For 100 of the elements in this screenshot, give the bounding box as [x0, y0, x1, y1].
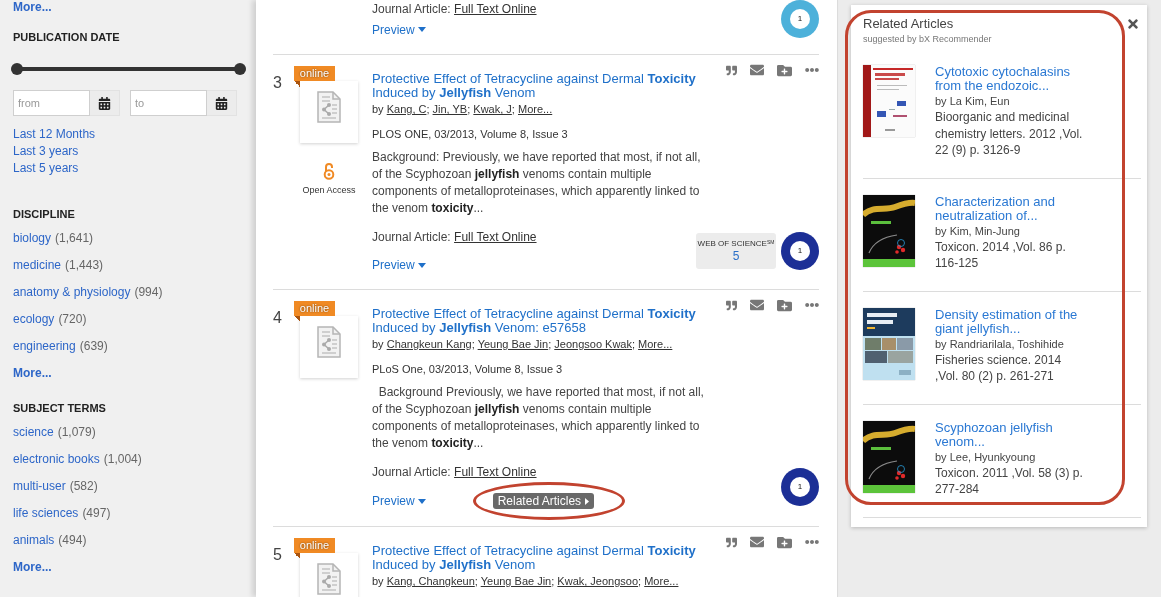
close-icon[interactable]	[1126, 17, 1140, 31]
folder-plus-icon[interactable]	[777, 297, 792, 313]
related-article-citation: Bioorganic and medicinal chemistry letters. 2012 ,Vol. 22 (9) p. 3126-9	[935, 109, 1083, 159]
facet-count: (1,641)	[55, 230, 94, 247]
preview-button[interactable]: Preview	[372, 22, 426, 37]
related-article-link[interactable]: Density estimation of the giant jellyfish...	[935, 307, 1083, 336]
date-from-field[interactable]: from	[13, 90, 90, 116]
facet-link[interactable]: anatomy & physiology	[13, 284, 131, 301]
facet-link[interactable]: medicine	[13, 257, 62, 274]
caret-icon	[585, 497, 590, 505]
preview-button[interactable]: Preview	[372, 258, 426, 272]
related-article-link[interactable]: Cytotoxic cytochalasins from the endozoic...	[935, 65, 1083, 93]
document-thumbnail[interactable]	[300, 316, 358, 378]
article-title-link[interactable]: Protective Effect of Tetracycline against Dermal Toxicity Induced by Jellyfish Venom	[372, 544, 712, 572]
facet-link[interactable]: ecology	[13, 311, 55, 328]
format-line: Journal Article: Full Text Online	[372, 1, 537, 16]
related-article-citation: Toxicon. 2014 ,Vol. 86 p. 116-125	[935, 238, 1067, 272]
author-link[interactable]: More...	[638, 338, 673, 350]
facet-link[interactable]: science	[13, 424, 54, 441]
citation-count: 5	[732, 249, 740, 263]
score-value: 1	[790, 241, 810, 261]
mail-icon[interactable]	[750, 298, 764, 312]
score-donut[interactable]: 1	[781, 468, 819, 506]
date-range-link[interactable]: Last 5 years	[13, 160, 79, 177]
caret-icon	[417, 498, 426, 504]
mail-icon[interactable]	[750, 63, 764, 77]
mail-icon[interactable]	[750, 535, 764, 549]
format-line: Journal Article: Full Text Online	[372, 465, 537, 479]
date-range-link[interactable]: Last 3 years	[13, 143, 79, 160]
folder-plus-icon[interactable]	[777, 534, 792, 550]
calendar-button[interactable]	[207, 90, 237, 116]
quote-icon[interactable]	[726, 536, 737, 548]
article-title-link[interactable]: Protective Effect of Tetracycline against Dermal Toxicity Induced by Jellyfish Venom	[372, 72, 712, 100]
author-line: by Kang, C; Jin, YB; Kwak, J; More...	[372, 102, 554, 116]
facet-count: (582)	[69, 478, 98, 495]
more-link[interactable]: More...	[13, 559, 52, 576]
facet-link[interactable]: life sciences	[13, 505, 79, 522]
slider-thumb[interactable]	[11, 63, 23, 75]
format-line: Journal Article: Full Text Online	[372, 230, 537, 244]
full-text-link[interactable]: Full Text Online	[454, 1, 537, 16]
related-articles-button[interactable]: Related Articles	[492, 493, 595, 509]
author-link[interactable]: Jeongsoo Kwak	[554, 338, 632, 350]
folder-plus-icon[interactable]	[777, 62, 792, 78]
facet-count: (494)	[58, 532, 87, 549]
publication-source: PLOS ONE, 03/2013, Volume 8, Issue 3	[372, 127, 568, 141]
facet-link[interactable]: animals	[13, 532, 55, 549]
facet-link[interactable]: multi-user	[13, 478, 66, 495]
facet-count: (1,443)	[65, 257, 104, 274]
article-title-link[interactable]: Protective Effect of Tetracycline against Dermal Toxicity Induced by Jellyfish Venom: e57658	[372, 307, 712, 335]
related-article-link[interactable]: Characterization and neutralization of...	[935, 194, 1083, 223]
score-value: 1	[790, 477, 810, 497]
facet-count: (639)	[79, 338, 108, 355]
abstract-text: Background Previously, we have reported that most, if not all, of the Scyphozoan jellyfish venoms contain multiple components of metalloproteinases, which apparently linked to the venom toxicity...	[372, 384, 705, 452]
document-thumbnail[interactable]	[300, 553, 358, 597]
journal-cover-drawing[interactable]	[863, 194, 915, 267]
more-link[interactable]: More...	[13, 0, 52, 14]
citation-count-box[interactable]: WEB OF SCIENCE$^{SM}$ 5	[696, 233, 776, 269]
caret-icon	[417, 262, 426, 268]
journal-cover-drawing[interactable]	[863, 420, 915, 493]
full-text-link[interactable]: Full Text Online	[454, 465, 537, 479]
journal-cover-drawing[interactable]	[863, 307, 915, 380]
facet-link[interactable]: biology	[13, 230, 52, 247]
related-article-author: by Randriarilala, Toshihide	[935, 336, 1065, 352]
related-article-citation: Toxicon. 2011 ,Vol. 58 (3) p. 277-284	[935, 464, 1083, 498]
result-number: 5	[273, 547, 282, 563]
related-article-author: by Kim, Min-Jung	[935, 223, 1021, 239]
facet-link[interactable]: electronic books	[13, 451, 100, 468]
document-thumbnail[interactable]	[300, 81, 358, 143]
facet-count: (994)	[134, 284, 163, 301]
quote-icon[interactable]	[726, 64, 737, 76]
quote-icon[interactable]	[726, 299, 737, 311]
author-link[interactable]: More...	[644, 575, 679, 587]
facet-count: (1,079)	[57, 424, 96, 441]
author-link[interactable]: Changkeun Kang	[386, 338, 472, 350]
facet-link[interactable]: engineering	[13, 338, 76, 355]
online-tag: online	[294, 66, 335, 87]
score-donut[interactable]: 1	[781, 0, 819, 38]
open-access-label: Open Access	[302, 185, 356, 196]
score-donut[interactable]: 1	[781, 232, 819, 270]
calendar-icon	[98, 96, 111, 110]
date-range-link[interactable]: Last 12 Months	[13, 126, 96, 143]
author-link[interactable]: More...	[518, 103, 553, 115]
author-line: by Changkeun Kang; Yeung Bae Jin; Jeongsoo Kwak; More...	[372, 337, 674, 351]
author-link[interactable]: Kang, Changkeun	[386, 575, 475, 587]
journal-cover-drawing[interactable]	[863, 65, 915, 137]
calendar-icon	[215, 96, 228, 110]
online-tag: online	[294, 538, 335, 559]
publication-source: PLoS One, 03/2013, Volume 8, Issue 3	[372, 362, 563, 376]
preview-button[interactable]: Preview	[372, 494, 426, 508]
related-article-author: by La Kim, Eun	[935, 94, 1011, 109]
calendar-button[interactable]	[90, 90, 120, 116]
slider-thumb[interactable]	[234, 63, 246, 75]
date-to-field[interactable]: to	[130, 90, 207, 116]
author-link[interactable]: Kwak, J	[473, 103, 512, 115]
full-text-link[interactable]: Full Text Online	[454, 230, 537, 244]
facet-count: (1,004)	[103, 451, 142, 468]
facet-count: (497)	[82, 505, 111, 522]
related-article-link[interactable]: Scyphozoan jellyfish venom...	[935, 420, 1083, 449]
more-link[interactable]: More...	[13, 365, 52, 382]
document-icon	[317, 326, 341, 358]
